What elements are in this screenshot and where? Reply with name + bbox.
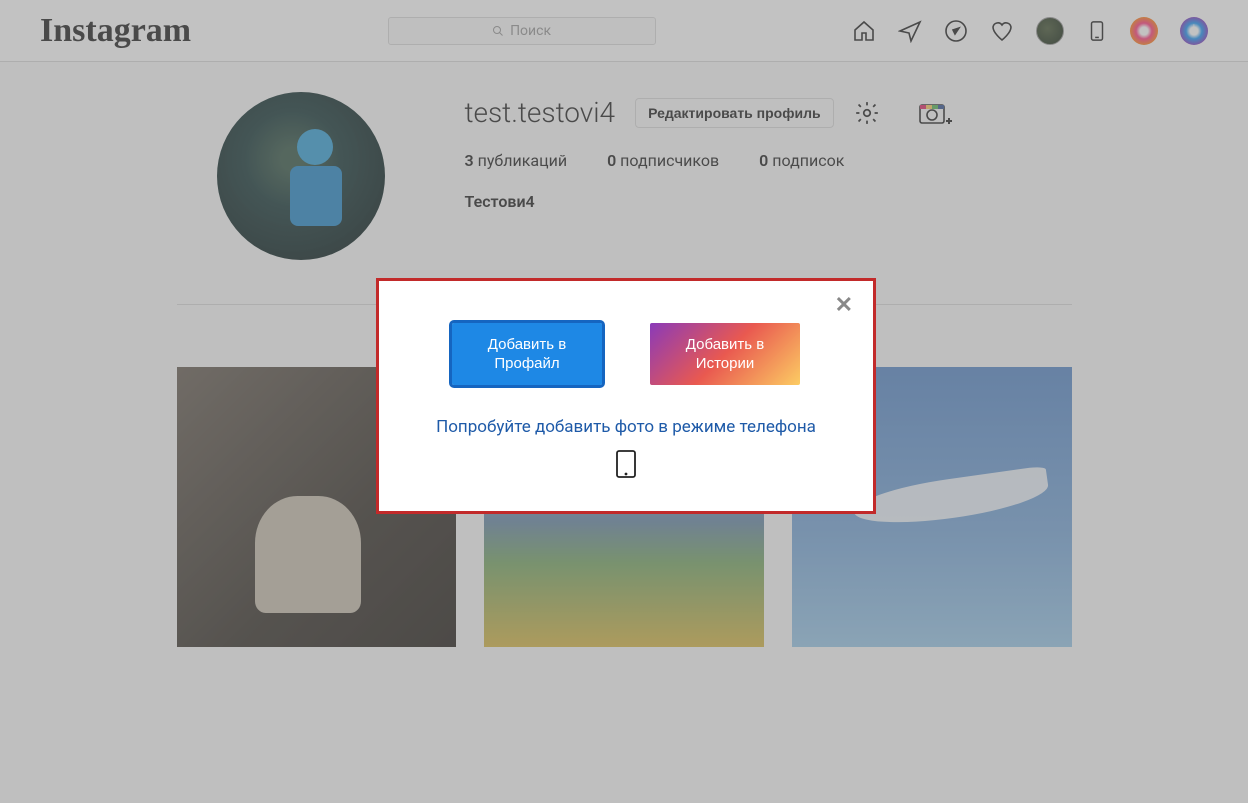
modal-buttons-row: Добавить вПрофайл Добавить вИстории [399,323,853,385]
phone-mode-icon[interactable] [399,449,853,483]
close-icon: ✕ [835,293,853,318]
add-to-stories-button[interactable]: Добавить вИстории [650,323,800,385]
upload-modal: ✕ Добавить вПрофайл Добавить вИстории По… [376,278,876,514]
add-to-profile-button[interactable]: Добавить вПрофайл [452,323,602,385]
modal-hint-text: Попробуйте добавить фото в режиме телефо… [399,417,853,437]
modal-close-button[interactable]: ✕ [399,295,853,317]
